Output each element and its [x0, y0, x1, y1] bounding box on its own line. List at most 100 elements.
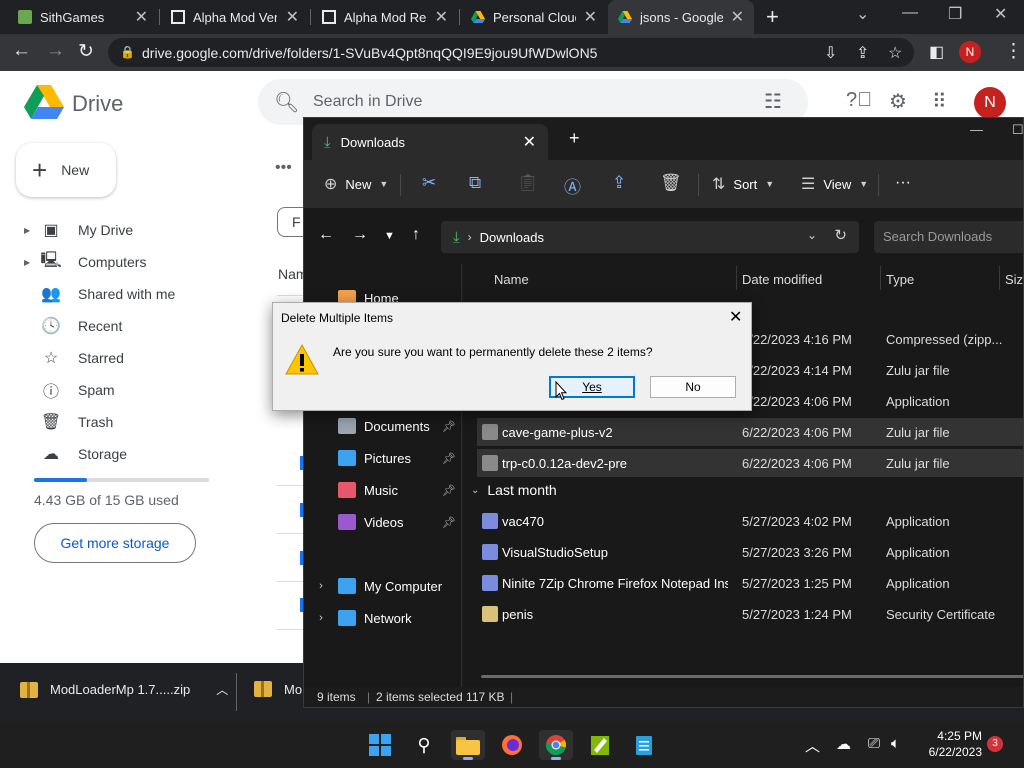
file-row[interactable]: penis 5/27/2023 1:24 PM Security Certifica…: [477, 600, 1023, 628]
tab-search-chevron-icon[interactable]: ⌄: [856, 4, 869, 24]
taskbar-app-editor[interactable]: [583, 730, 617, 760]
reload-icon[interactable]: ↻: [78, 40, 94, 63]
close-icon[interactable]: ✕: [729, 307, 742, 327]
sidebar-item-trash[interactable]: 🗑 Trash: [24, 408, 113, 436]
collapse-chevron-icon[interactable]: ⌄: [471, 485, 479, 496]
onedrive-offline-icon[interactable]: ☁: [836, 735, 851, 753]
nav-item-my-computer[interactable]: › My Computer: [304, 572, 462, 600]
nav-item-documents[interactable]: Documents 📌︎: [304, 412, 462, 440]
network-icon[interactable]: ⎚: [868, 735, 880, 752]
refresh-icon[interactable]: ↻: [834, 226, 847, 244]
pin-icon[interactable]: 📌︎: [442, 484, 456, 497]
expand-caret-icon[interactable]: ▶: [24, 258, 34, 267]
help-icon[interactable]: ?⃝: [846, 89, 872, 112]
search-options-icon[interactable]: ☷: [764, 89, 782, 114]
start-button[interactable]: [363, 730, 397, 760]
new-item-button[interactable]: ⊕ New ▼: [324, 174, 388, 194]
tab-close-icon[interactable]: ✕: [286, 7, 299, 27]
taskbar-firefox[interactable]: [495, 730, 529, 760]
sidebar-item-my-drive[interactable]: ▶ ▣ My Drive: [24, 216, 133, 244]
taskbar-search-button[interactable]: ⚲: [407, 730, 441, 760]
expand-chevron-icon[interactable]: ›: [304, 580, 338, 592]
download-item[interactable]: ModLoaderMp 1.7.....zip ︿: [20, 681, 228, 698]
minimize-icon[interactable]: —: [902, 4, 918, 22]
sidebar-item-spam[interactable]: ⓘ Spam: [24, 376, 115, 404]
more-actions-icon[interactable]: •••: [275, 159, 292, 177]
taskbar-chrome[interactable]: [539, 730, 573, 760]
sidebar-item-starred[interactable]: ☆ Starred: [24, 344, 124, 372]
tab-close-icon[interactable]: ✕: [435, 7, 448, 27]
forward-arrow-icon[interactable]: →: [46, 40, 65, 62]
download-item[interactable]: Mo: [254, 681, 302, 697]
browser-tab-sithgames[interactable]: SithGames ✕: [8, 0, 158, 34]
new-button[interactable]: + New: [16, 143, 116, 197]
volume-icon[interactable]: 🔈︎: [891, 735, 900, 752]
chrome-menu-icon[interactable]: ⋮: [1004, 40, 1023, 63]
recent-locations-chevron-icon[interactable]: ▼: [384, 230, 395, 242]
group-header-last-month[interactable]: ⌄ Last month: [471, 482, 557, 498]
explorer-search-input[interactable]: Search Downloads: [874, 221, 1023, 253]
profile-avatar[interactable]: N: [959, 41, 981, 63]
explorer-tab-downloads[interactable]: ⤓ Downloads ✕: [312, 124, 548, 160]
clock[interactable]: 4:25 PM 6/22/2023: [916, 728, 982, 760]
apps-grid-icon[interactable]: ⠿: [932, 89, 947, 114]
address-history-chevron-icon[interactable]: ⌄: [807, 228, 817, 242]
column-header-size[interactable]: Size: [1005, 272, 1023, 287]
file-row[interactable]: Ninite 7Zip Chrome Firefox Notepad Inst.…: [477, 569, 1023, 597]
see-more-button[interactable]: ···: [895, 174, 911, 192]
notification-badge[interactable]: 3: [987, 736, 1003, 752]
browser-tab-personal-cloud[interactable]: Personal Cloud ✕: [461, 0, 607, 34]
file-row[interactable]: cave-game-plus-v2 6/22/2023 4:06 PM Zulu j…: [477, 418, 1023, 446]
sidebar-item-computers[interactable]: ▶ 🖳 Computers: [24, 248, 146, 276]
back-arrow-icon[interactable]: ←: [318, 226, 334, 244]
drive-brand[interactable]: Drive: [72, 91, 123, 117]
explorer-new-tab-button[interactable]: +: [569, 128, 580, 149]
column-divider[interactable]: [736, 266, 737, 290]
file-row[interactable]: trp-c0.0.12a-dev2-pre 6/22/2023 4:06 PM Zu…: [477, 449, 1023, 477]
sidebar-item-recent[interactable]: 🕓 Recent: [24, 312, 122, 340]
view-button[interactable]: ☰ View ▼: [801, 174, 868, 194]
pin-icon[interactable]: 📌︎: [442, 452, 456, 465]
column-header-name[interactable]: Name: [494, 272, 529, 287]
sidebar-item-storage[interactable]: ☁ Storage: [24, 440, 127, 468]
gear-icon[interactable]: ⚙: [889, 89, 907, 114]
explorer-maximize-icon[interactable]: ☐: [1012, 122, 1023, 138]
copy-icon[interactable]: ⧉: [469, 173, 481, 193]
file-row[interactable]: vac470 5/27/2023 4:02 PM Application: [477, 507, 1023, 535]
address-bar[interactable]: 🔒 drive.google.com/drive/folders/1-SVuBv…: [108, 38, 914, 67]
taskbar-notepad[interactable]: [627, 730, 661, 760]
expand-chevron-icon[interactable]: ›: [304, 612, 338, 624]
sort-button[interactable]: ⇅ Sort ▼: [712, 174, 774, 194]
tab-close-icon[interactable]: ✕: [584, 7, 597, 27]
nav-item-network[interactable]: › Network: [304, 604, 462, 632]
search-icon[interactable]: 🔍︎: [274, 90, 299, 115]
account-avatar[interactable]: N: [974, 87, 1006, 119]
show-hidden-icons-chevron-icon[interactable]: ︿: [805, 735, 820, 756]
browser-tab-alpha-mod-reb[interactable]: Alpha Mod Reb ✕: [312, 0, 458, 34]
share-icon[interactable]: ⇪: [612, 173, 626, 193]
new-tab-button[interactable]: +: [766, 4, 779, 30]
horizontal-scrollbar[interactable]: [481, 675, 1023, 678]
google-drive-logo[interactable]: [24, 85, 64, 119]
breadcrumb-downloads[interactable]: Downloads: [480, 230, 544, 245]
chevron-up-icon[interactable]: ︿: [216, 681, 228, 698]
install-icon[interactable]: ⇩: [824, 43, 837, 63]
explorer-address-bar[interactable]: ⤓ › Downloads ⌄ ↻: [441, 221, 859, 253]
cut-icon[interactable]: ✂: [422, 173, 436, 193]
nav-item-videos[interactable]: Videos 📌︎: [304, 508, 462, 536]
column-divider[interactable]: [880, 266, 881, 290]
taskbar-file-explorer[interactable]: [451, 730, 485, 760]
get-more-storage-button[interactable]: Get more storage: [34, 523, 196, 563]
expand-caret-icon[interactable]: ▶: [24, 226, 34, 235]
pin-icon[interactable]: 📌︎: [442, 516, 456, 529]
tab-close-icon[interactable]: ✕: [135, 7, 148, 27]
rename-icon[interactable]: Ⓐ: [564, 173, 581, 198]
sidebar-item-shared-with-me[interactable]: 👥 Shared with me: [24, 280, 175, 308]
column-divider[interactable]: [999, 266, 1000, 290]
forward-arrow-icon[interactable]: →: [352, 226, 368, 244]
column-header-type[interactable]: Type: [886, 272, 914, 287]
browser-tab-jsons-google[interactable]: jsons - Google ✕: [608, 0, 754, 34]
tab-close-icon[interactable]: ✕: [731, 7, 744, 27]
close-tab-icon[interactable]: ✕: [523, 132, 536, 152]
browser-tab-alpha-mod-versions[interactable]: Alpha Mod Vers ✕: [161, 0, 309, 34]
